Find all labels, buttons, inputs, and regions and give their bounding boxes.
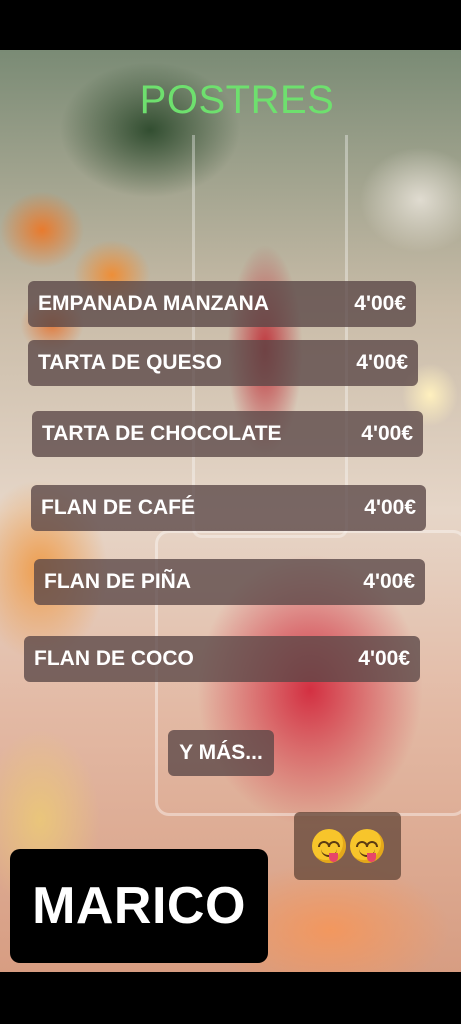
menu-item-name: FLAN DE PIÑA (44, 570, 191, 593)
menu-item-price: 4'00€ (354, 292, 406, 315)
menu-item-price: 4'00€ (358, 647, 410, 670)
face-savoring-food-icon (311, 829, 346, 863)
menu-item: FLAN DE COCO 4'00€ (24, 636, 420, 682)
menu-item: TARTA DE QUESO 4'00€ (28, 340, 418, 386)
menu-item-price: 4'00€ (361, 422, 413, 445)
more-items-label: Y MÁS... (168, 730, 274, 776)
glass-decoration (192, 135, 348, 538)
menu-item-name: EMPANADA MANZANA (38, 292, 269, 315)
menu-item-name: FLAN DE COCO (34, 647, 194, 670)
menu-item-price: 4'00€ (363, 570, 415, 593)
page-title: POSTRES (139, 78, 335, 122)
menu-item: FLAN DE PIÑA 4'00€ (34, 559, 425, 605)
menu-item-name: TARTA DE CHOCOLATE (42, 422, 282, 445)
brand-name: MARICO (10, 849, 268, 963)
menu-item: TARTA DE CHOCOLATE 4'00€ (32, 411, 423, 457)
menu-item-price: 4'00€ (356, 351, 408, 374)
menu-item-name: FLAN DE CAFÉ (41, 496, 195, 519)
menu-item-name: TARTA DE QUESO (38, 351, 222, 374)
menu-item: EMPANADA MANZANA 4'00€ (28, 281, 416, 327)
emoji-box (294, 812, 401, 880)
face-savoring-food-icon (349, 829, 384, 863)
menu-item-price: 4'00€ (364, 496, 416, 519)
menu-item: FLAN DE CAFÉ 4'00€ (31, 485, 426, 531)
